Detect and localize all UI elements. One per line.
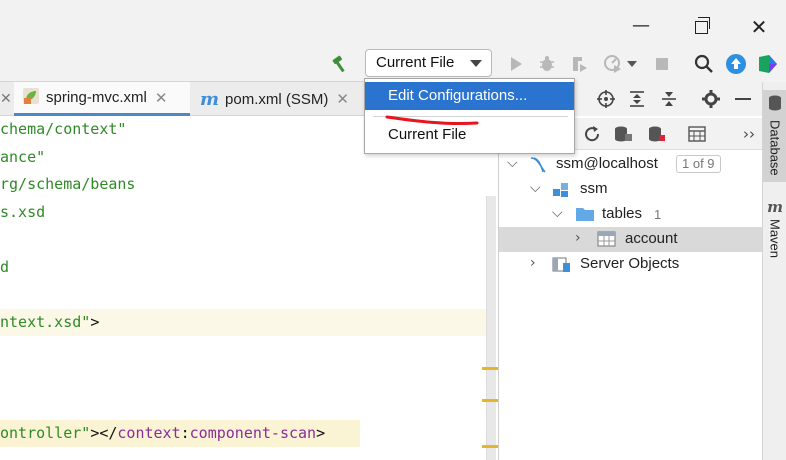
update-icon[interactable] (724, 52, 748, 76)
close-icon[interactable]: ✕ (336, 90, 349, 108)
refresh-icon[interactable] (580, 122, 604, 146)
crosshair-icon[interactable] (594, 87, 618, 111)
chevron-down-icon (470, 60, 482, 67)
warning-marker[interactable] (482, 445, 498, 448)
main-toolbar: Current File (0, 46, 786, 82)
run-configuration-selector[interactable]: Current File (365, 49, 492, 77)
minimize-button[interactable]: — (626, 12, 656, 38)
tab-database[interactable]: Database (763, 90, 786, 182)
code-line: ontroller"></context:component-scan> (0, 420, 325, 447)
database-icon (768, 95, 782, 116)
chevron-right-icon[interactable]: › (530, 255, 536, 271)
minimize-icon: — (632, 14, 650, 36)
tree-item-label: Server Objects (580, 255, 680, 272)
code-token: ntext.xsd" (0, 313, 91, 331)
stop-icon[interactable] (650, 52, 674, 76)
schema-icon (552, 181, 570, 203)
warning-marker[interactable] (482, 367, 498, 370)
tab-pom-xml[interactable]: m pom.xml (SSM) ✕ (196, 82, 366, 116)
chevron-down-icon[interactable] (624, 52, 640, 76)
server-objects-icon (552, 256, 571, 277)
warning-marker[interactable] (482, 399, 498, 402)
red-annotation-underline (385, 115, 479, 126)
table-icon (597, 231, 616, 251)
strip-tab-label: Maven (767, 219, 783, 259)
code-line: ntext.xsd"> (0, 309, 99, 336)
tree-item-label: ssm (580, 180, 608, 197)
run-configuration-popup: Edit Configurations... Current File (364, 78, 575, 154)
close-icon[interactable]: ✕ (155, 89, 168, 107)
code-token: ></ (90, 424, 118, 442)
maven-icon: m (767, 198, 783, 216)
profile-icon[interactable] (601, 52, 625, 76)
code-token: ontroller" (0, 424, 91, 442)
chevron-right-icon[interactable]: › (575, 230, 581, 246)
folder-icon (575, 206, 595, 226)
code-editor[interactable]: chema/context" ance" rg/schema/beans s.x… (0, 116, 498, 460)
tab-spring-mvc-xml[interactable]: spring-mvc.xml ✕ (14, 82, 190, 116)
tree-item-server-objects[interactable]: › Server Objects (499, 252, 762, 277)
tab-label: spring-mvc.xml (46, 89, 147, 106)
code-line: d (0, 254, 9, 281)
tab-scroll-left[interactable]: ✕ (0, 82, 12, 116)
search-icon[interactable] (692, 52, 716, 76)
code-token: > (90, 313, 100, 331)
chevron-down-icon[interactable]: ⌵ (530, 180, 541, 196)
chevron-down-icon[interactable]: ⌵ (507, 155, 518, 171)
table-editor-icon[interactable] (685, 122, 709, 146)
ide-window: — ✕ Current File ✕ spring-mvc.xml ✕ m po… (0, 0, 786, 460)
tab-maven[interactable]: m Maven (763, 198, 786, 268)
tree-item-count: 1 (654, 207, 662, 222)
tree-item-datasource[interactable]: ⌵ ssm@localhost 1 of 9 (499, 152, 762, 177)
settings-icon[interactable] (699, 87, 723, 111)
count-badge[interactable]: 1 of 9 (676, 155, 721, 173)
code-line: chema/context" (0, 116, 126, 143)
plugin-icon[interactable] (756, 52, 780, 76)
tree-item-label: tables (602, 205, 643, 222)
run-icon[interactable] (504, 52, 528, 76)
tab-label: pom.xml (SSM) (225, 90, 329, 108)
code-token: > (316, 424, 326, 442)
code-line: rg/schema/beans (0, 171, 135, 198)
maven-icon: m (200, 88, 220, 110)
tree-item-schema[interactable]: ⌵ ssm (499, 177, 762, 202)
code-token: ance" (0, 148, 46, 166)
chevron-down-icon[interactable]: ⌵ (552, 205, 563, 221)
collapse-all-icon[interactable] (657, 87, 681, 111)
run-configuration-label: Current File (376, 54, 455, 71)
stop-db-icon[interactable] (645, 122, 669, 146)
code-token: component-scan (189, 424, 317, 442)
hide-icon[interactable] (731, 87, 755, 111)
code-token: rg/schema/beans (0, 175, 136, 193)
more-icon[interactable]: ›› (737, 122, 761, 146)
datasource-icon (529, 156, 547, 178)
hammer-icon[interactable] (328, 52, 352, 76)
coverage-icon[interactable] (567, 52, 591, 76)
expand-all-icon[interactable] (625, 87, 649, 111)
code-line: ance" (0, 144, 45, 171)
code-token: chema/context" (0, 120, 127, 138)
code-token: d (0, 258, 10, 276)
close-button[interactable]: ✕ (744, 14, 774, 40)
datasource-properties-icon[interactable] (611, 122, 635, 146)
editor-scrollbar[interactable] (486, 196, 496, 460)
maximize-button[interactable] (686, 14, 716, 40)
strip-tab-label: Database (767, 120, 783, 176)
tree-item-label: account (625, 230, 678, 247)
code-line: s.xsd (0, 199, 45, 226)
close-icon: ✕ (750, 15, 768, 39)
tree-item-label: ssm@localhost (556, 155, 658, 172)
spring-xml-icon (22, 87, 40, 109)
code-token: context (117, 424, 181, 442)
title-bar: — ✕ (0, 0, 786, 46)
right-tool-strip: Database m Maven (762, 82, 786, 460)
code-token: : (180, 424, 190, 442)
tree-item-tables[interactable]: ⌵ tables 1 (499, 202, 762, 227)
tree-item-account-table[interactable]: › account (499, 227, 762, 252)
debug-icon[interactable] (535, 52, 559, 76)
restore-icon (694, 16, 710, 34)
code-token: s.xsd (0, 203, 46, 221)
